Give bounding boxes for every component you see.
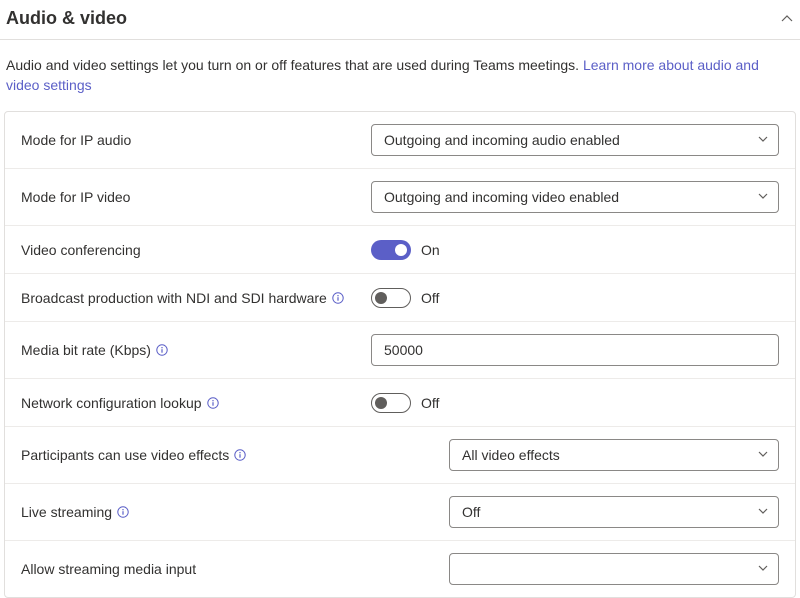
section-header: Audio & video (0, 0, 800, 40)
label-broadcast-ndi: Broadcast production with NDI and SDI ha… (21, 289, 371, 307)
toggle-thumb (395, 244, 407, 256)
row-video-conferencing: Video conferencing On (5, 226, 795, 274)
label-text: Live streaming (21, 503, 112, 521)
label-mode-ip-video: Mode for IP video (21, 188, 371, 206)
select-value: Off (449, 496, 779, 528)
label-text: Media bit rate (Kbps) (21, 341, 151, 359)
label-media-bitrate: Media bit rate (Kbps) (21, 341, 371, 359)
row-live-streaming: Live streaming Off (5, 484, 795, 541)
toggle-network-lookup[interactable] (371, 393, 411, 413)
label-streaming-media-input: Allow streaming media input (21, 560, 371, 578)
section-title: Audio & video (6, 8, 127, 29)
select-video-effects[interactable]: All video effects (449, 439, 779, 471)
row-network-lookup: Network configuration lookup Off (5, 379, 795, 427)
toggle-state-label: On (421, 242, 440, 258)
label-text: Network configuration lookup (21, 394, 202, 412)
chevron-up-icon (780, 12, 794, 26)
row-streaming-media-input: Allow streaming media input (5, 541, 795, 597)
toggle-state-label: Off (421, 290, 439, 306)
select-value: Outgoing and incoming video enabled (371, 181, 779, 213)
settings-panel: Mode for IP audio Outgoing and incoming … (4, 111, 796, 598)
collapse-section-button[interactable] (780, 12, 794, 26)
row-broadcast-ndi: Broadcast production with NDI and SDI ha… (5, 274, 795, 322)
info-icon[interactable] (206, 396, 220, 410)
info-icon[interactable] (116, 505, 130, 519)
info-icon[interactable] (331, 291, 345, 305)
toggle-thumb (375, 397, 387, 409)
input-media-bitrate[interactable] (371, 334, 779, 366)
section-description: Audio and video settings let you turn on… (0, 40, 800, 111)
toggle-thumb (375, 292, 387, 304)
select-live-streaming[interactable]: Off (449, 496, 779, 528)
toggle-state-label: Off (421, 395, 439, 411)
info-icon[interactable] (233, 448, 247, 462)
description-text: Audio and video settings let you turn on… (6, 57, 583, 73)
row-mode-ip-audio: Mode for IP audio Outgoing and incoming … (5, 112, 795, 169)
toggle-broadcast-ndi[interactable] (371, 288, 411, 308)
select-value (449, 553, 779, 585)
label-network-lookup: Network configuration lookup (21, 394, 371, 412)
label-video-conferencing: Video conferencing (21, 241, 371, 259)
row-media-bitrate: Media bit rate (Kbps) (5, 322, 795, 379)
label-mode-ip-audio: Mode for IP audio (21, 131, 371, 149)
label-text: Broadcast production with NDI and SDI ha… (21, 289, 327, 307)
select-mode-ip-audio[interactable]: Outgoing and incoming audio enabled (371, 124, 779, 156)
select-streaming-media-input[interactable] (449, 553, 779, 585)
select-value: Outgoing and incoming audio enabled (371, 124, 779, 156)
select-value: All video effects (449, 439, 779, 471)
row-mode-ip-video: Mode for IP video Outgoing and incoming … (5, 169, 795, 226)
select-mode-ip-video[interactable]: Outgoing and incoming video enabled (371, 181, 779, 213)
label-live-streaming: Live streaming (21, 503, 371, 521)
row-video-effects: Participants can use video effects All v… (5, 427, 795, 484)
label-text: Participants can use video effects (21, 446, 229, 464)
info-icon[interactable] (155, 343, 169, 357)
label-video-effects: Participants can use video effects (21, 446, 371, 464)
toggle-video-conferencing[interactable] (371, 240, 411, 260)
